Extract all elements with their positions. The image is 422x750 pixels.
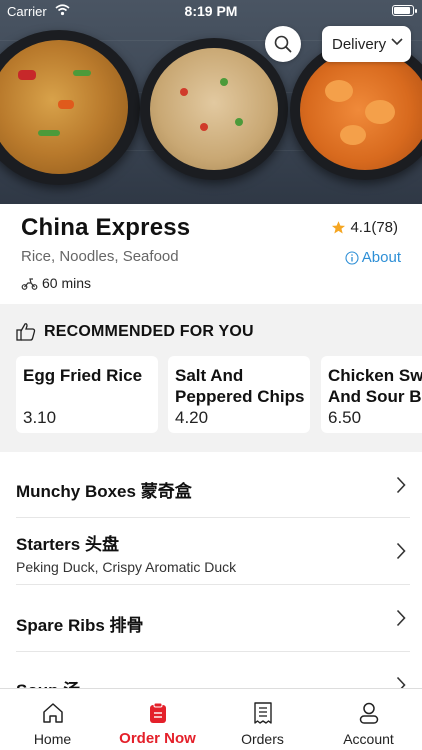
info-icon bbox=[345, 250, 359, 265]
recommended-item-name: Salt And Peppered Chips bbox=[175, 366, 305, 406]
delivery-eta-label: 60 mins bbox=[42, 275, 92, 291]
restaurant-cuisine: Rice, Noodles, Seafood bbox=[21, 248, 179, 265]
fried-rice-dish-image bbox=[140, 38, 288, 180]
noodles-dish-image bbox=[0, 30, 140, 185]
recommended-heading-label: RECOMMENDED FOR YOU bbox=[44, 322, 254, 340]
delivery-mode-label: Delivery bbox=[332, 35, 387, 53]
menu-category-row[interactable]: Starters 头盘 Peking Duck, Crispy Aromatic… bbox=[0, 518, 422, 585]
chevron-right-icon bbox=[396, 609, 406, 627]
recommended-item-price: 4.20 bbox=[175, 408, 209, 427]
chevron-right-icon bbox=[396, 476, 406, 494]
about-link[interactable]: About bbox=[345, 249, 401, 266]
recommended-item-price: 3.10 bbox=[23, 408, 57, 427]
thumbs-up-icon bbox=[16, 323, 36, 341]
recommended-item-name: Chicken Sweet And Sour Balls bbox=[328, 366, 422, 406]
scooter-icon bbox=[21, 277, 38, 290]
tab-orders[interactable]: Orders bbox=[210, 689, 315, 750]
rating-value: 4.1(78) bbox=[350, 219, 398, 236]
tab-home-label: Home bbox=[33, 731, 72, 747]
menu-category-title: Starters 头盘 bbox=[16, 535, 119, 554]
menu-category-title: Soup 汤 bbox=[16, 676, 80, 688]
search-button[interactable] bbox=[265, 26, 301, 62]
menu-category-row[interactable]: Munchy Boxes 蒙奇盒 bbox=[0, 452, 422, 518]
star-icon bbox=[332, 221, 346, 234]
restaurant-info: China Express Rice, Noodles, Seafood 60 … bbox=[0, 204, 422, 304]
recommended-heading: RECOMMENDED FOR YOU bbox=[16, 322, 254, 341]
search-icon bbox=[274, 35, 292, 53]
recommended-card[interactable]: Salt And Peppered Chips 4.20 bbox=[168, 356, 310, 433]
recommended-item-name: Egg Fried Rice bbox=[23, 366, 143, 385]
tab-orders-label: Orders bbox=[241, 731, 284, 747]
menu-category-title: Spare Ribs 排骨 bbox=[16, 616, 144, 635]
tab-bar: Home Order Now Orders Account bbox=[0, 688, 422, 750]
menu-category-title: Munchy Boxes 蒙奇盒 bbox=[16, 482, 192, 501]
tab-account-label: Account bbox=[343, 731, 394, 747]
status-bar: Carrier 8:19 PM bbox=[0, 0, 422, 22]
chevron-right-icon bbox=[396, 676, 406, 688]
about-label: About bbox=[361, 249, 401, 266]
chevron-down-icon bbox=[391, 38, 403, 46]
restaurant-rating: 4.1(78) bbox=[331, 219, 398, 236]
hero-banner: Carrier 8:19 PM Delivery bbox=[0, 0, 422, 204]
restaurant-name: China Express bbox=[21, 214, 191, 241]
order-bag-icon bbox=[149, 702, 166, 723]
recommended-card[interactable]: Chicken Sweet And Sour Balls 6.50 bbox=[321, 356, 422, 433]
recommended-card[interactable]: Egg Fried Rice 3.10 bbox=[16, 356, 158, 433]
tab-order-now[interactable]: Order Now bbox=[105, 689, 210, 750]
chevron-right-icon bbox=[396, 542, 406, 560]
delivery-mode-dropdown[interactable]: Delivery bbox=[322, 26, 411, 62]
home-icon bbox=[42, 703, 63, 723]
tab-account[interactable]: Account bbox=[315, 689, 422, 750]
receipt-icon bbox=[253, 702, 272, 724]
tab-home[interactable]: Home bbox=[0, 689, 105, 750]
recommended-section: RECOMMENDED FOR YOU Egg Fried Rice 3.10 … bbox=[0, 304, 422, 452]
menu-category-row[interactable]: Soup 汤 bbox=[0, 652, 422, 688]
menu-category-row[interactable]: Spare Ribs 排骨 bbox=[0, 585, 422, 652]
menu-category-subtitle: Peking Duck, Crispy Aromatic Duck bbox=[16, 559, 237, 575]
tab-order-now-label: Order Now bbox=[119, 730, 196, 747]
clock: 8:19 PM bbox=[184, 3, 238, 19]
recommended-item-price: 6.50 bbox=[328, 408, 362, 427]
menu-category-list: Munchy Boxes 蒙奇盒 Starters 头盘 Peking Duck… bbox=[0, 452, 422, 688]
battery-icon bbox=[392, 5, 417, 16]
delivery-eta: 60 mins bbox=[21, 275, 91, 291]
user-icon bbox=[359, 702, 378, 724]
